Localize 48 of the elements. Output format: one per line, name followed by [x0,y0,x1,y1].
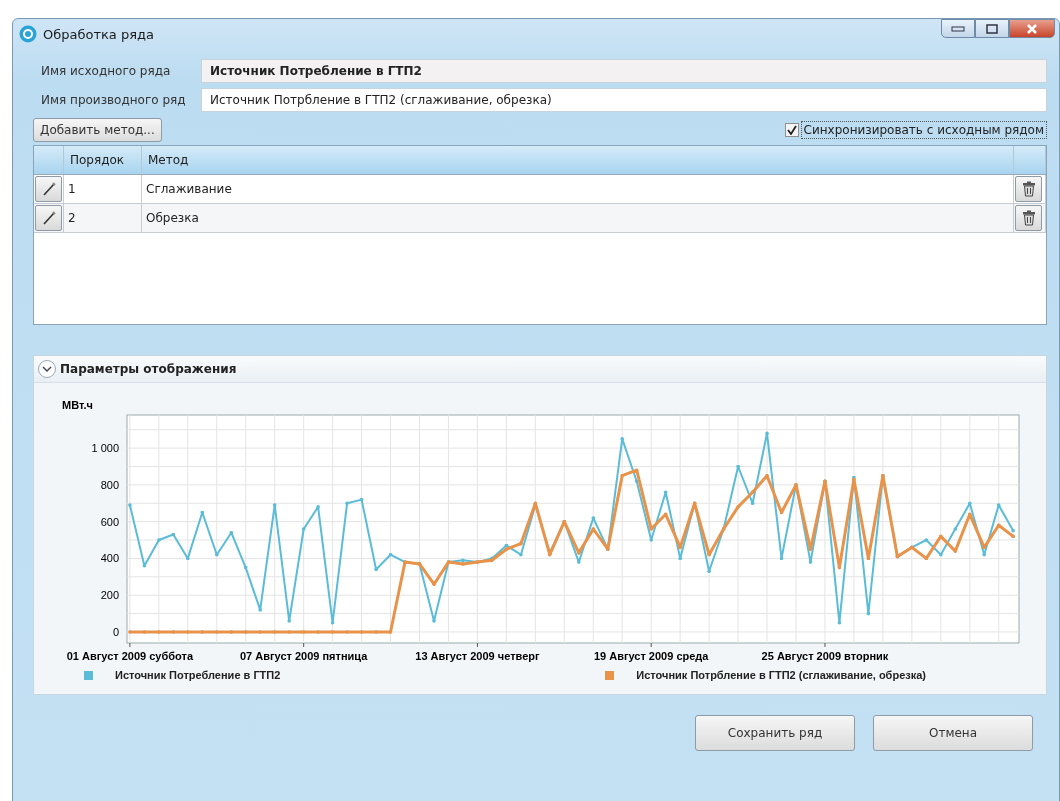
maximize-icon [985,22,999,35]
minimize-icon [951,25,965,32]
x-tick-label: 19 Август 2009 среда [593,650,709,662]
save-button[interactable]: Сохранить ряд [695,715,855,751]
cancel-button[interactable]: Отмена [873,715,1033,751]
minimize-button[interactable] [941,19,975,38]
field-label: Имя производного ряд [40,92,187,107]
checkbox-label: Синхронизировать с исходным рядом [800,121,1047,139]
y-tick-label: 400 [100,552,119,565]
table-cell: 1 [64,175,142,203]
table-cell: Обрезка [142,204,1014,232]
table-cell: 2 [64,204,142,232]
field-label: Имя исходного ряда [40,63,172,78]
edit-button[interactable] [35,205,62,231]
close-button[interactable] [1009,19,1055,38]
legend-label: Источник Потребление в ГТП2 [115,669,281,681]
text-field[interactable]: Источник Потребление в ГТП2 [201,58,1047,83]
chevron-icon [42,365,52,373]
add-method-button[interactable]: Добавить метод... [33,118,162,142]
x-tick-label: 25 Август 2009 вторник [761,650,889,662]
x-tick-label: 13 Август 2009 четверг [415,650,540,662]
window-title: Обработка ряда [43,26,154,42]
y-tick-label: 1 000 [91,442,119,455]
x-tick-label: 01 Август 2009 суббота [66,650,194,662]
y-tick-label: 600 [100,515,119,528]
table-cell: Сглаживание [142,175,1014,203]
y-tick-label: 800 [100,478,119,491]
maximize-button[interactable] [975,19,1009,38]
trash-icon [1021,181,1036,197]
y-tick-label: 0 [112,625,119,638]
text-field[interactable]: Источник Потрбление в ГТП2 (сглаживание, обрезка) [201,87,1047,112]
delete-button[interactable] [1015,176,1042,202]
legend-label: Источник Потрбление в ГТП2 (сглаживание, обрезка) [636,669,926,681]
y-tick-label: 200 [100,589,119,602]
y-axis-unit: МВт.ч [62,399,93,411]
panel-title: Параметры отображения [60,362,237,376]
wand-icon [40,181,57,197]
trash-icon [1021,210,1036,226]
column-header[interactable]: Метод [142,146,1014,174]
expander-toggle[interactable] [38,360,56,378]
x-tick-label: 07 Август 2009 пятница [239,650,368,662]
delete-button[interactable] [1015,205,1042,231]
sync-checkbox[interactable] [784,123,799,137]
wand-icon [40,210,57,226]
edit-button[interactable] [35,176,62,202]
column-header[interactable]: Порядок [64,146,142,174]
app-logo-icon [19,25,37,43]
close-icon [1026,22,1038,35]
